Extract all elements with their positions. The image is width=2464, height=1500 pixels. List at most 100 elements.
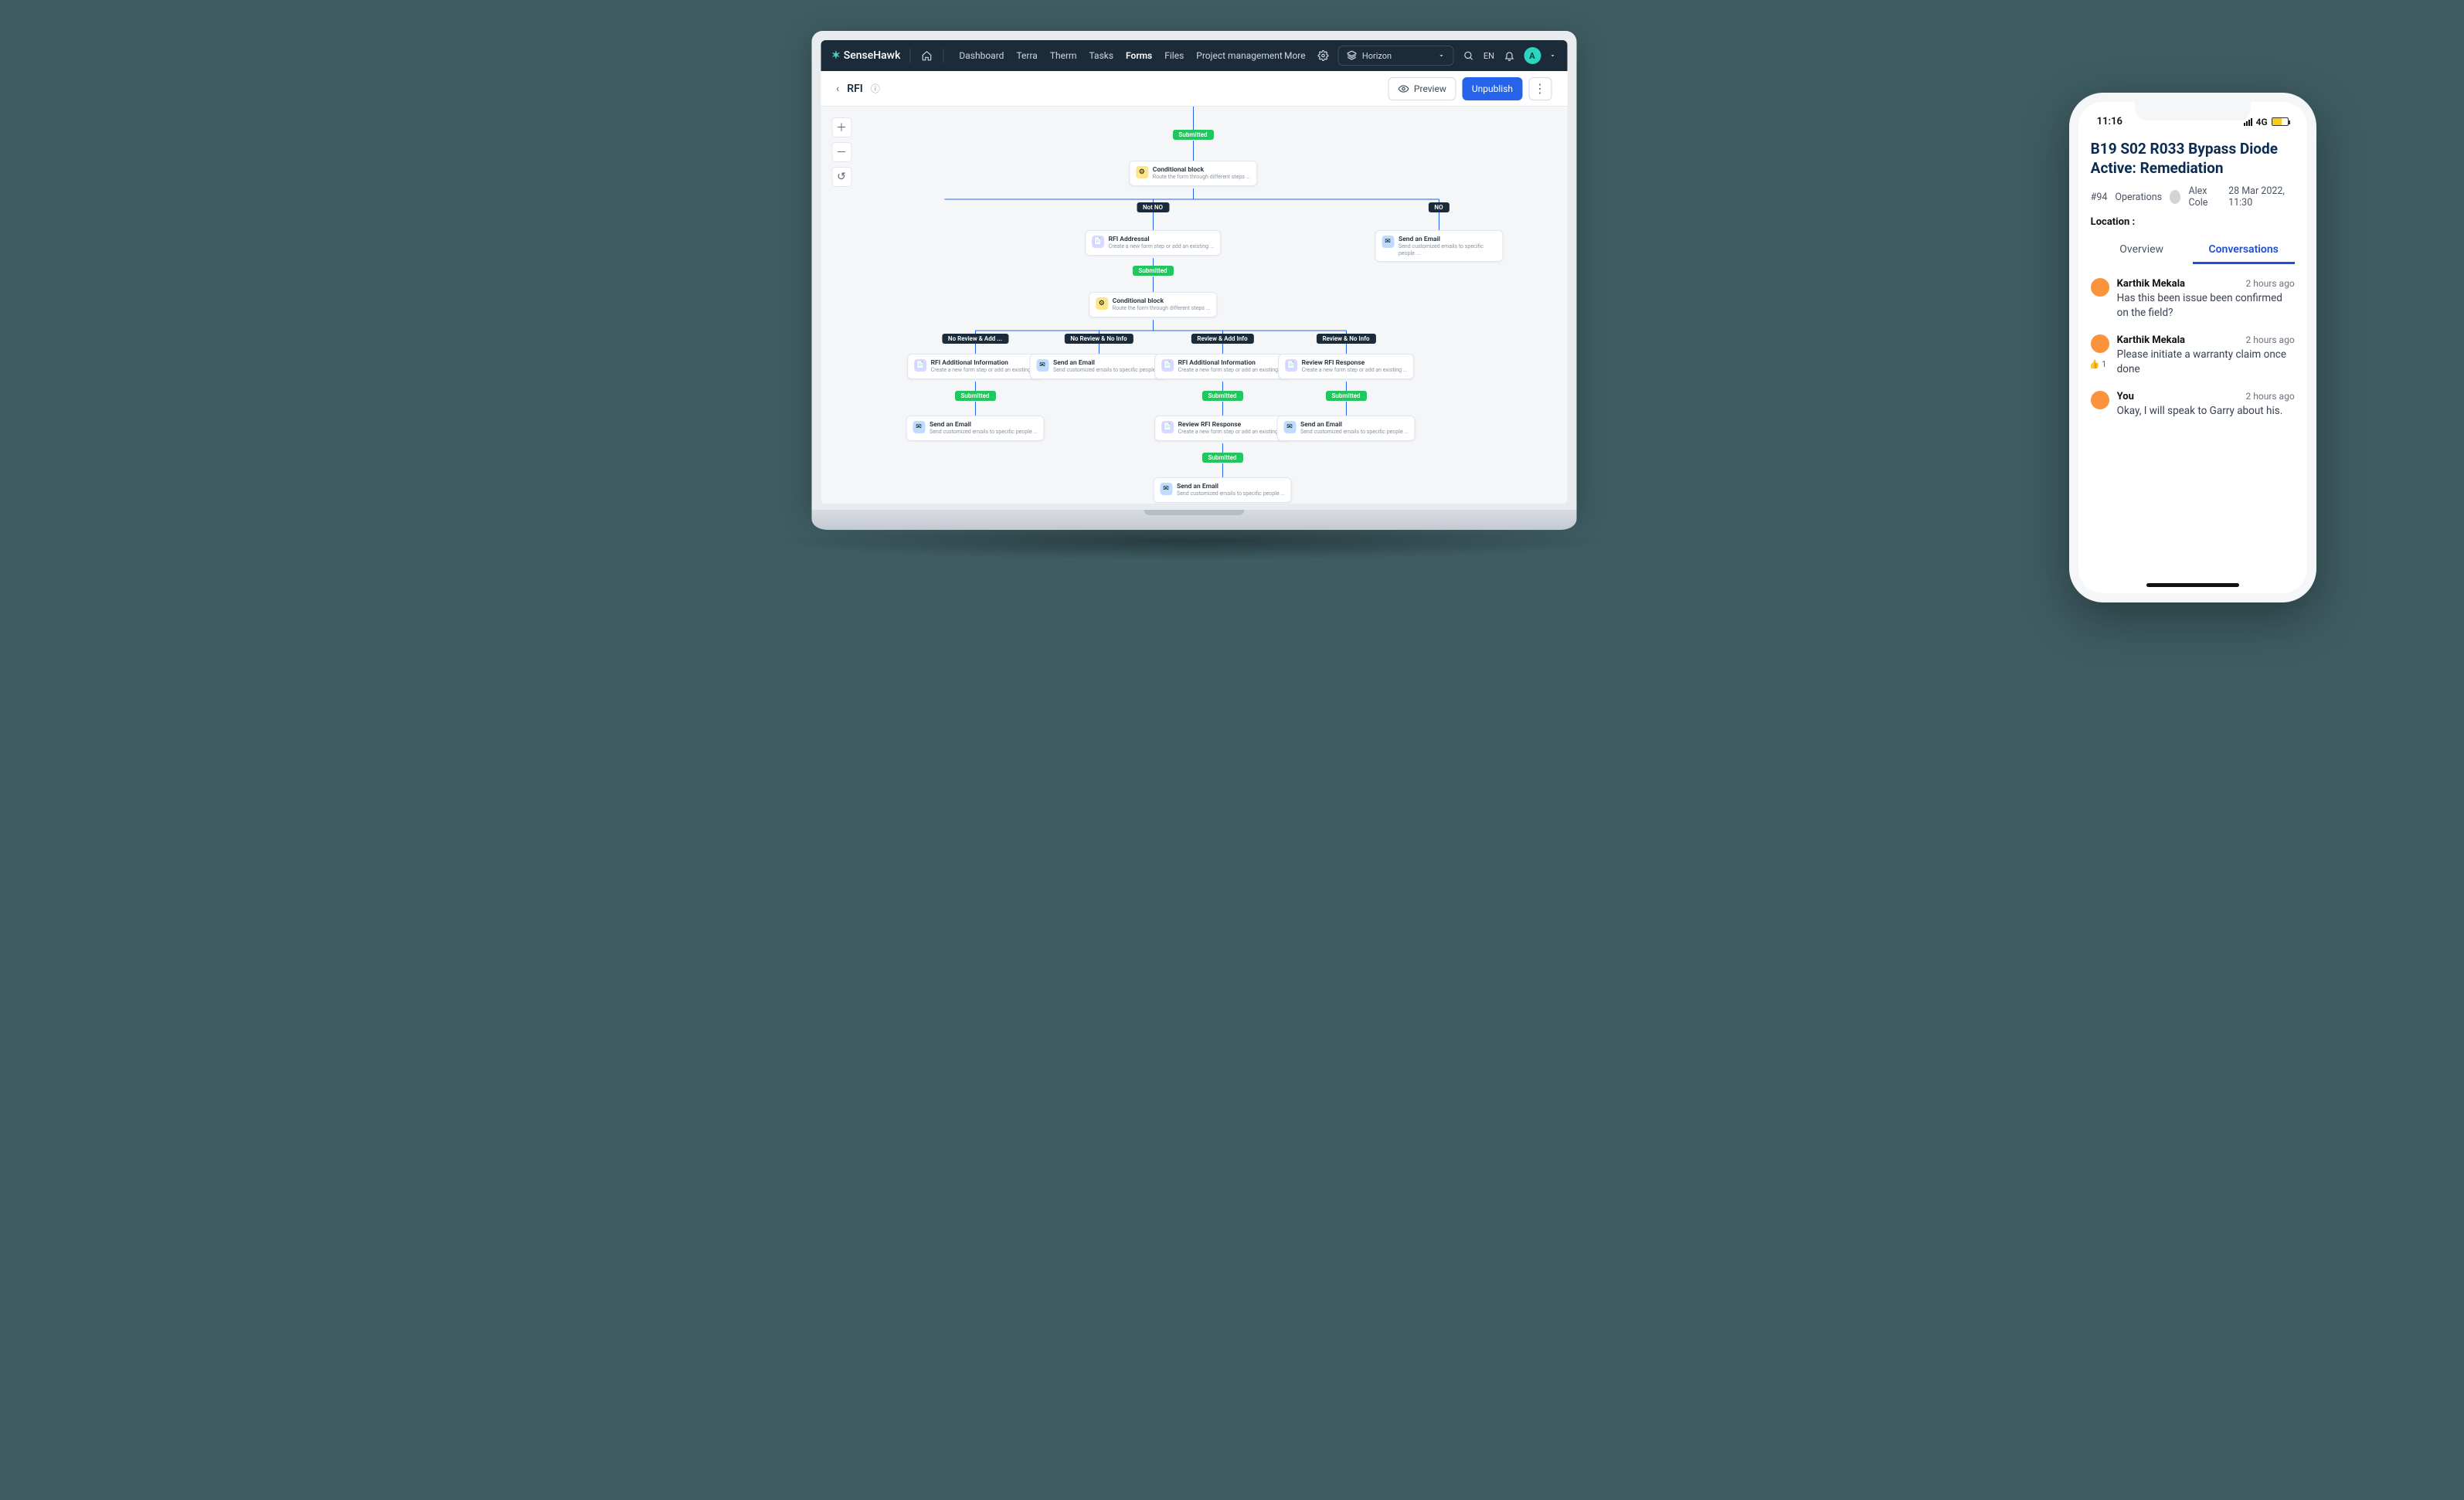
phone-time: 11:16 [2097, 116, 2122, 127]
task-location-label: Location : [2091, 216, 2295, 228]
laptop-bezel: ✶ SenseHawk Dashboard Terra Therm Tasks Form… [811, 31, 1576, 510]
status-pill: Submitted [1201, 391, 1242, 401]
brand-logo[interactable]: ✶ SenseHawk [831, 49, 900, 62]
nav-item-dashboard[interactable]: Dashboard [959, 50, 1004, 61]
zoom-reset-button[interactable]: ↺ [831, 167, 851, 187]
phone-screen: 11:16 4G B19 S02 R033 Bypass Diode Activ… [2078, 102, 2307, 593]
status-pill: Submitted [1132, 266, 1173, 276]
conversation-list: Karthik Mekala2 hours agoHas this been i… [2091, 272, 2295, 582]
sub-header: ‹ RFI ⓘ Preview Unpublish ⋮ [821, 71, 1567, 107]
status-pill: Submitted [1172, 130, 1213, 140]
message-time: 2 hours ago [2246, 391, 2295, 402]
node-conditional[interactable]: ⚙ Conditional blockRoute the form throug… [1089, 292, 1217, 317]
workflow-canvas[interactable]: ＋ － ↺ Submitted ⚙ Conditional blockRoute… [821, 107, 1567, 504]
form-icon: 📄 [1092, 236, 1104, 248]
laptop-frame: ✶ SenseHawk Dashboard Terra Therm Tasks Form… [811, 31, 1576, 530]
form-icon: 📄 [914, 359, 926, 372]
app-window: ✶ SenseHawk Dashboard Terra Therm Tasks Form… [821, 40, 1567, 504]
node-rfi-addressal[interactable]: 📄 RFI AddressalCreate a new form step or… [1085, 230, 1222, 256]
node-addinfo[interactable]: 📄 RFI Additional InformationCreate a new… [1154, 354, 1291, 379]
unpublish-button[interactable]: Unpublish [1463, 77, 1522, 100]
preview-button[interactable]: Preview [1388, 77, 1456, 100]
more-menu-button[interactable]: ⋮ [1528, 77, 1551, 100]
zoom-out-button[interactable]: － [831, 142, 851, 162]
chevron-down-icon[interactable] [1548, 50, 1556, 61]
assignee-name: Alex Cole [2188, 185, 2221, 209]
message-time: 2 hours ago [2246, 334, 2295, 346]
branch-label: NO [1428, 202, 1449, 212]
search-icon[interactable] [1462, 49, 1476, 63]
task-id: #94 [2091, 192, 2108, 203]
zoom-in-button[interactable]: ＋ [831, 117, 851, 137]
branch-label: Review & No Info [1316, 334, 1375, 344]
form-icon: 📄 [1161, 421, 1174, 433]
message-author: You [2117, 391, 2134, 402]
message-time: 2 hours ago [2246, 278, 2295, 290]
nav-item-forms[interactable]: Forms [1126, 50, 1152, 61]
task-category: Operations [2115, 192, 2162, 203]
signal-icon [2244, 118, 2252, 126]
node-review[interactable]: 📄 Review RFI ResponseCreate a new form s… [1154, 416, 1291, 441]
message[interactable]: You 2 hours ago Okay, I will speak to Garr… [2091, 385, 2295, 426]
info-icon[interactable]: ⓘ [871, 82, 880, 95]
nav-item-project-management[interactable]: Project management [1196, 50, 1283, 61]
task-tabs: Overview Conversations [2091, 237, 2295, 264]
user-avatar[interactable]: A [1524, 47, 1541, 64]
message-body: Okay, I will speak to Garry about his. [2117, 404, 2295, 419]
settings-icon[interactable] [1317, 49, 1331, 63]
mail-icon: ✉ [1283, 421, 1296, 433]
status-pill: Submitted [1325, 391, 1366, 401]
mail-icon: ✉ [1160, 483, 1172, 495]
asset-selector[interactable]: Horizon [1338, 46, 1454, 66]
message-author: Karthik Mekala [2117, 278, 2185, 290]
home-indicator[interactable] [2146, 583, 2239, 587]
message[interactable]: Karthik Mekala2 hours agoHas this been i… [2091, 272, 2295, 328]
network-label: 4G [2256, 117, 2268, 127]
app-header: ✶ SenseHawk Dashboard Terra Therm Tasks Form… [821, 40, 1567, 71]
branch-icon: ⚙ [1096, 297, 1108, 310]
node-review[interactable]: 📄 Review RFI ResponseCreate a new form s… [1278, 354, 1415, 379]
node-email[interactable]: ✉ Send an EmailSend customized emails to… [1276, 416, 1416, 441]
asset-name: Horizon [1362, 51, 1433, 61]
language-switch[interactable]: EN [1483, 51, 1494, 61]
separator [909, 49, 910, 63]
like-icon[interactable]: 👍 1 [2091, 359, 2107, 369]
nav-more[interactable]: More [1289, 49, 1303, 63]
node-email[interactable]: ✉ Send an EmailSend customized emails to… [1153, 477, 1292, 503]
brand-mark-icon: ✶ [831, 49, 841, 62]
mail-icon: ✉ [913, 421, 925, 433]
nav-item-tasks[interactable]: Tasks [1089, 50, 1114, 61]
mail-icon: ✉ [1036, 359, 1048, 372]
nav-item-files[interactable]: Files [1164, 50, 1184, 61]
tab-conversations[interactable]: Conversations [2193, 237, 2295, 264]
assignee-avatar [2170, 190, 2180, 204]
brand-name: SenseHawk [844, 49, 901, 62]
branch-label: No Review & Add ... [942, 334, 1008, 344]
form-icon: 📄 [1285, 359, 1297, 372]
zoom-controls: ＋ － ↺ [831, 117, 851, 187]
branch-label: Review & Add Info [1191, 334, 1253, 344]
home-icon[interactable] [919, 49, 933, 63]
branch-icon: ⚙ [1136, 166, 1148, 178]
mail-icon: ✉ [1382, 236, 1394, 248]
nav-item-terra[interactable]: Terra [1016, 50, 1037, 61]
message-body: Please initiate a warranty claim once do… [2117, 348, 2295, 377]
message[interactable]: Karthik Mekala2 hours agoPlease initiate… [2091, 328, 2295, 385]
node-conditional[interactable]: ⚙ Conditional blockRoute the form throug… [1129, 161, 1257, 186]
node-email[interactable]: ✉ Send an EmailSend customized emails to… [1375, 230, 1503, 262]
task-title: B19 S02 R033 Bypass Diode Active: Remedi… [2091, 140, 2295, 178]
node-addinfo[interactable]: 📄 RFI Additional InformationCreate a new… [907, 354, 1044, 379]
node-email[interactable]: ✉ Send an EmailSend customized emails to… [906, 416, 1045, 441]
bell-icon[interactable] [1502, 49, 1516, 63]
message-avatar [2091, 334, 2109, 353]
status-pill: Submitted [1201, 453, 1242, 463]
message-avatar [2091, 278, 2109, 297]
node-email[interactable]: ✉ Send an EmailSend customized emails to… [1029, 354, 1168, 379]
back-icon[interactable]: ‹ [836, 83, 839, 95]
branch-label: Not NO [1137, 202, 1169, 212]
main-nav: Dashboard Terra Therm Tasks Forms Files Projec… [959, 50, 1282, 61]
nav-item-therm[interactable]: Therm [1050, 50, 1077, 61]
header-right: Horizon EN A [1317, 46, 1556, 66]
tab-overview[interactable]: Overview [2091, 237, 2193, 264]
phone-frame: 11:16 4G B19 S02 R033 Bypass Diode Activ… [2069, 93, 2316, 602]
